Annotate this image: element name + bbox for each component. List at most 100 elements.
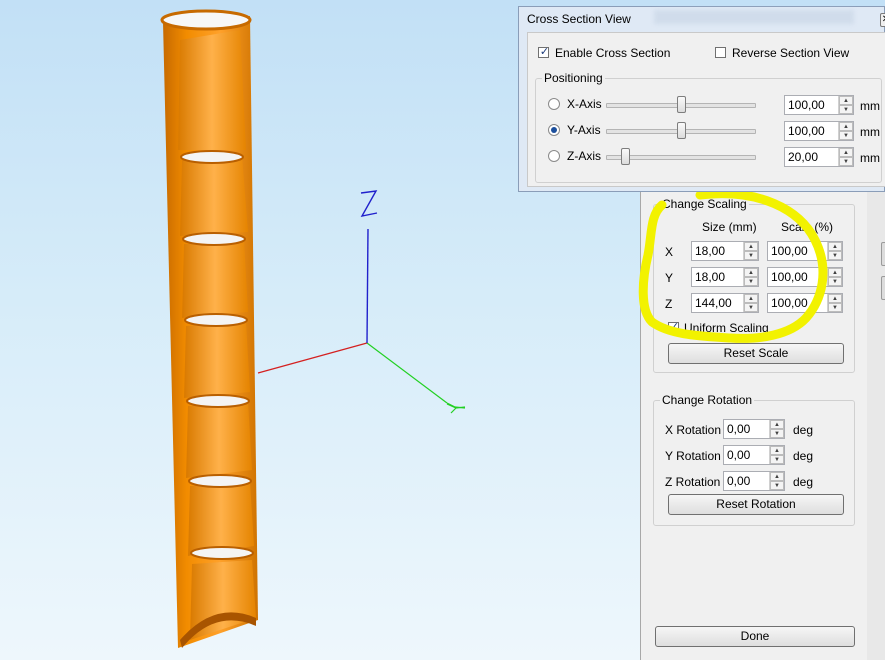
spin-up-icon[interactable]: ▲ bbox=[770, 472, 784, 481]
size-y-field[interactable] bbox=[692, 268, 745, 286]
spin-up-icon[interactable]: ▲ bbox=[744, 242, 758, 251]
scale-x-input[interactable]: ▲▼ bbox=[767, 241, 843, 261]
uniform-scaling-checkbox[interactable]: ✓ bbox=[668, 321, 679, 333]
z-rotation-field[interactable] bbox=[724, 472, 771, 490]
y-axis-glyph-stem bbox=[446, 403, 466, 414]
scale-x-field[interactable] bbox=[768, 242, 829, 260]
axis-unit: mm bbox=[860, 151, 880, 165]
reverse-section-label[interactable]: Reverse Section View bbox=[732, 46, 849, 60]
spin-up-icon[interactable]: ▲ bbox=[744, 294, 758, 303]
y-axis-value-field[interactable] bbox=[785, 122, 840, 140]
enable-cross-section-checkbox[interactable]: ✓ bbox=[538, 46, 550, 58]
transform-panel: Change Scaling Size (mm) Scale (%) X ▲▼ … bbox=[640, 190, 867, 660]
spin-up-icon[interactable]: ▲ bbox=[770, 420, 784, 429]
z-axis-line bbox=[366, 228, 369, 344]
y-axis-line bbox=[366, 342, 448, 404]
x-axis-slider-thumb[interactable] bbox=[677, 96, 686, 113]
reset-rotation-button[interactable]: Reset Rotation bbox=[668, 494, 844, 515]
y-rotation-input[interactable]: ▲▼ bbox=[723, 445, 785, 465]
right-panel-strip bbox=[866, 190, 885, 660]
spin-down-icon[interactable]: ▼ bbox=[744, 251, 758, 260]
done-button[interactable]: Done bbox=[655, 626, 855, 647]
spin-down-icon[interactable]: ▼ bbox=[839, 131, 853, 140]
spin-down-icon[interactable]: ▼ bbox=[770, 481, 784, 490]
size-x-field[interactable] bbox=[692, 242, 745, 260]
cone-section bbox=[184, 322, 250, 398]
cone-section bbox=[180, 156, 248, 236]
reset-scale-button[interactable]: Reset Scale bbox=[668, 343, 844, 364]
axis-gizmo bbox=[257, 190, 466, 414]
cone-section bbox=[178, 30, 246, 150]
uniform-scaling-label[interactable]: Uniform Scaling bbox=[684, 321, 769, 335]
size-y-input[interactable]: ▲▼ bbox=[691, 267, 759, 287]
axis-unit: mm bbox=[860, 99, 880, 113]
size-z-field[interactable] bbox=[692, 294, 745, 312]
spin-up-icon[interactable]: ▲ bbox=[828, 242, 842, 251]
z-axis-glyph bbox=[360, 190, 378, 217]
scale-row-axis: Y bbox=[665, 271, 674, 285]
rotation-group-title: Change Rotation bbox=[660, 393, 755, 407]
scale-y-input[interactable]: ▲▼ bbox=[767, 267, 843, 287]
axis-label: Y-Axis bbox=[567, 123, 601, 137]
spin-up-icon[interactable]: ▲ bbox=[828, 294, 842, 303]
scaling-group: Change Scaling Size (mm) Scale (%) X ▲▼ … bbox=[653, 197, 855, 373]
spin-up-icon[interactable]: ▲ bbox=[770, 446, 784, 455]
x-axis-value-input[interactable]: ▲▼ bbox=[784, 95, 854, 115]
y-axis-value-input[interactable]: ▲▼ bbox=[784, 121, 854, 141]
size-x-input[interactable]: ▲▼ bbox=[691, 241, 759, 261]
z-axis-radio[interactable] bbox=[548, 150, 560, 162]
z-axis-slider-thumb[interactable] bbox=[621, 148, 630, 165]
spin-down-icon[interactable]: ▼ bbox=[744, 277, 758, 286]
spin-down-icon[interactable]: ▼ bbox=[744, 303, 758, 312]
positioning-group-title: Positioning bbox=[542, 71, 605, 85]
spin-up-icon[interactable]: ▲ bbox=[828, 268, 842, 277]
z-rotation-input[interactable]: ▲▼ bbox=[723, 471, 785, 491]
cross-section-body: ✓ Enable Cross Section Reverse Section V… bbox=[527, 32, 885, 187]
rotation-row-label: Y Rotation bbox=[665, 449, 721, 463]
strip-handle[interactable] bbox=[881, 242, 885, 266]
x-rotation-field[interactable] bbox=[724, 420, 771, 438]
spin-down-icon[interactable]: ▼ bbox=[828, 303, 842, 312]
scale-z-field[interactable] bbox=[768, 294, 829, 312]
z-axis-value-field[interactable] bbox=[785, 148, 840, 166]
ring-gap bbox=[186, 394, 250, 408]
radio-selected-icon bbox=[551, 127, 557, 133]
x-axis-radio[interactable] bbox=[548, 98, 560, 110]
enable-cross-section-label[interactable]: Enable Cross Section bbox=[555, 46, 670, 60]
x-axis-value-field[interactable] bbox=[785, 96, 840, 114]
z-axis-value-input[interactable]: ▲▼ bbox=[784, 147, 854, 167]
spin-down-icon[interactable]: ▼ bbox=[828, 251, 842, 260]
scale-y-field[interactable] bbox=[768, 268, 829, 286]
rotation-row-label: Z Rotation bbox=[665, 475, 721, 489]
scale-z-input[interactable]: ▲▼ bbox=[767, 293, 843, 313]
close-icon[interactable]: ✕ bbox=[880, 13, 885, 27]
spin-down-icon[interactable]: ▼ bbox=[770, 429, 784, 438]
size-z-input[interactable]: ▲▼ bbox=[691, 293, 759, 313]
ring-gap bbox=[188, 474, 252, 488]
spin-down-icon[interactable]: ▼ bbox=[839, 105, 853, 114]
spin-down-icon[interactable]: ▼ bbox=[828, 277, 842, 286]
spin-up-icon[interactable]: ▲ bbox=[744, 268, 758, 277]
reverse-section-checkbox[interactable] bbox=[715, 47, 726, 58]
y-rotation-field[interactable] bbox=[724, 446, 771, 464]
spin-down-icon[interactable]: ▼ bbox=[839, 157, 853, 166]
ring-gap bbox=[182, 232, 246, 246]
scaling-group-title: Change Scaling bbox=[660, 197, 749, 211]
positioning-group: Positioning X-Axis ▲▼ mm Y-Axis ▲▼ mm bbox=[535, 71, 882, 183]
y-axis-slider-thumb[interactable] bbox=[677, 122, 686, 139]
spin-up-icon[interactable]: ▲ bbox=[839, 122, 853, 131]
x-axis-line bbox=[257, 342, 368, 374]
tube-top-rim bbox=[160, 9, 252, 31]
cross-section-window-title: Cross Section View bbox=[527, 12, 631, 26]
cone-section bbox=[186, 402, 252, 478]
spin-down-icon[interactable]: ▼ bbox=[770, 455, 784, 464]
strip-handle[interactable] bbox=[881, 276, 885, 300]
spin-up-icon[interactable]: ▲ bbox=[839, 96, 853, 105]
ring-gap bbox=[184, 313, 248, 327]
spin-up-icon[interactable]: ▲ bbox=[839, 148, 853, 157]
rotation-group: Change Rotation X Rotation ▲▼ deg Y Rota… bbox=[653, 393, 855, 526]
y-axis-radio[interactable] bbox=[548, 124, 560, 136]
axis-unit: mm bbox=[860, 125, 880, 139]
x-rotation-input[interactable]: ▲▼ bbox=[723, 419, 785, 439]
checkmark-icon: ✓ bbox=[539, 46, 550, 58]
